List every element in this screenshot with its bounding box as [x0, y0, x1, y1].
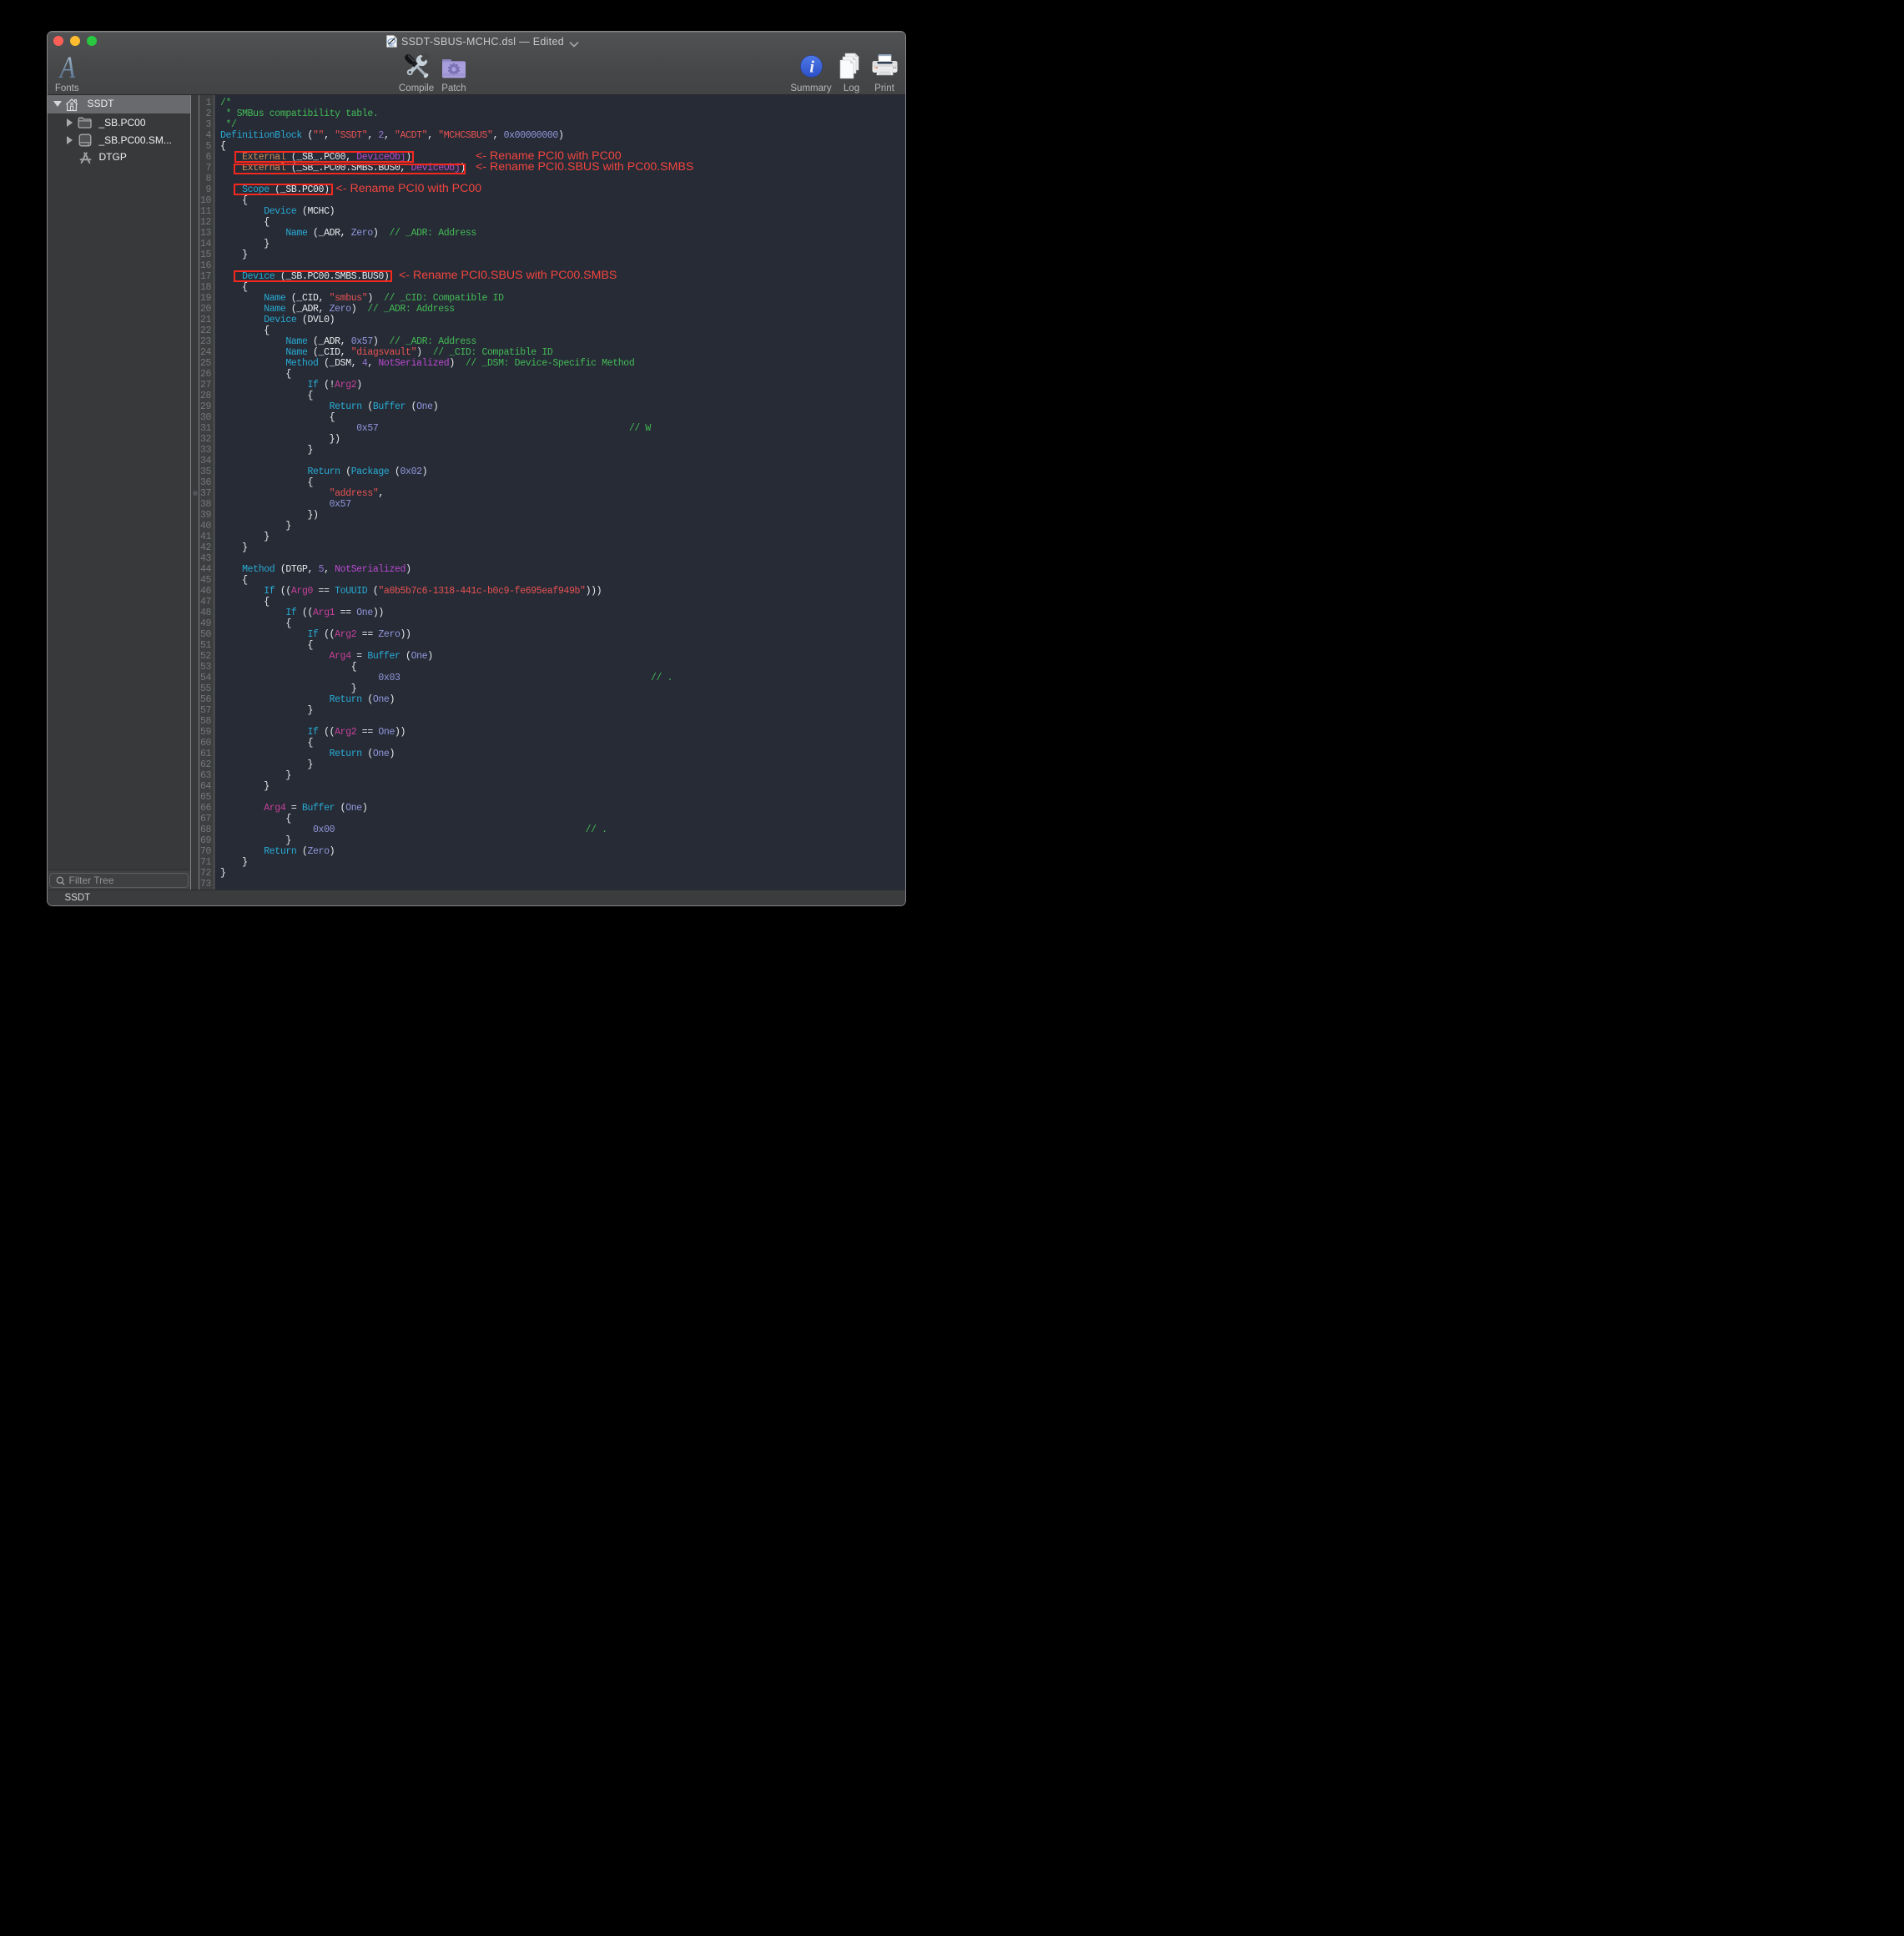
svg-text:DSL: DSL	[389, 44, 395, 48]
svg-text:i: i	[809, 58, 814, 77]
